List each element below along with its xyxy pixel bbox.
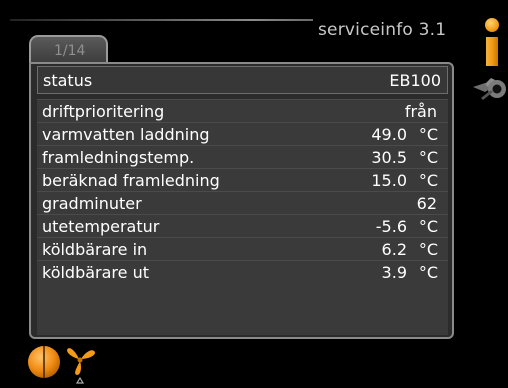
tools-icon[interactable]	[471, 74, 508, 102]
row-label: beräknad framledning	[42, 171, 220, 190]
row-unit: °C	[418, 148, 438, 167]
row-label: köldbärare ut	[42, 263, 149, 282]
status-row[interactable]: status EB100	[37, 66, 448, 94]
row-label: köldbärare in	[42, 240, 148, 259]
header-divider	[10, 19, 313, 21]
row-value: från	[404, 102, 437, 121]
info-icon[interactable]	[484, 18, 500, 78]
fan-icon[interactable]	[64, 344, 98, 386]
page-counter: 1/14	[54, 43, 86, 59]
service-info-list: driftprioritering från varmvatten laddni…	[37, 99, 448, 335]
row-unit: °C	[418, 125, 438, 144]
list-item[interactable]: utetemperatur -5.6 °C	[37, 214, 448, 237]
list-item[interactable]: köldbärare in 6.2 °C	[37, 237, 448, 260]
heating-dial-icon[interactable]	[27, 345, 61, 379]
info-icon-bar	[486, 37, 498, 66]
row-label: varmvatten laddning	[42, 125, 210, 144]
row-value: 3.9	[381, 263, 407, 282]
list-item[interactable]: varmvatten laddning 49.0 °C	[37, 122, 448, 145]
row-value: 15.0	[371, 171, 407, 190]
row-unit: °C	[418, 217, 438, 236]
list-item[interactable]: beräknad framledning 15.0 °C	[37, 168, 448, 191]
row-value: 49.0	[371, 125, 407, 144]
status-label: status	[43, 71, 93, 90]
list-item[interactable]: framledningstemp. 30.5 °C	[37, 145, 448, 168]
row-value: -5.6	[375, 217, 407, 236]
row-label: utetemperatur	[42, 217, 160, 236]
row-unit: °C	[418, 171, 438, 190]
row-value: 30.5	[371, 148, 407, 167]
row-unit: °C	[418, 263, 438, 282]
row-label: driftprioritering	[42, 102, 165, 121]
list-item[interactable]: gradminuter 62	[37, 191, 448, 214]
row-value: 62	[416, 194, 437, 213]
list-item[interactable]: driftprioritering från	[37, 99, 448, 122]
row-label: gradminuter	[42, 194, 142, 213]
page-tab[interactable]: 1/14	[29, 35, 108, 63]
status-value: EB100	[389, 71, 441, 90]
page-title: serviceinfo 3.1	[318, 20, 447, 40]
info-icon-dot	[485, 18, 499, 32]
row-unit: °C	[418, 240, 438, 259]
row-value: 6.2	[381, 240, 407, 259]
row-label: framledningstemp.	[42, 148, 195, 167]
list-item[interactable]: köldbärare ut 3.9 °C	[37, 260, 448, 283]
